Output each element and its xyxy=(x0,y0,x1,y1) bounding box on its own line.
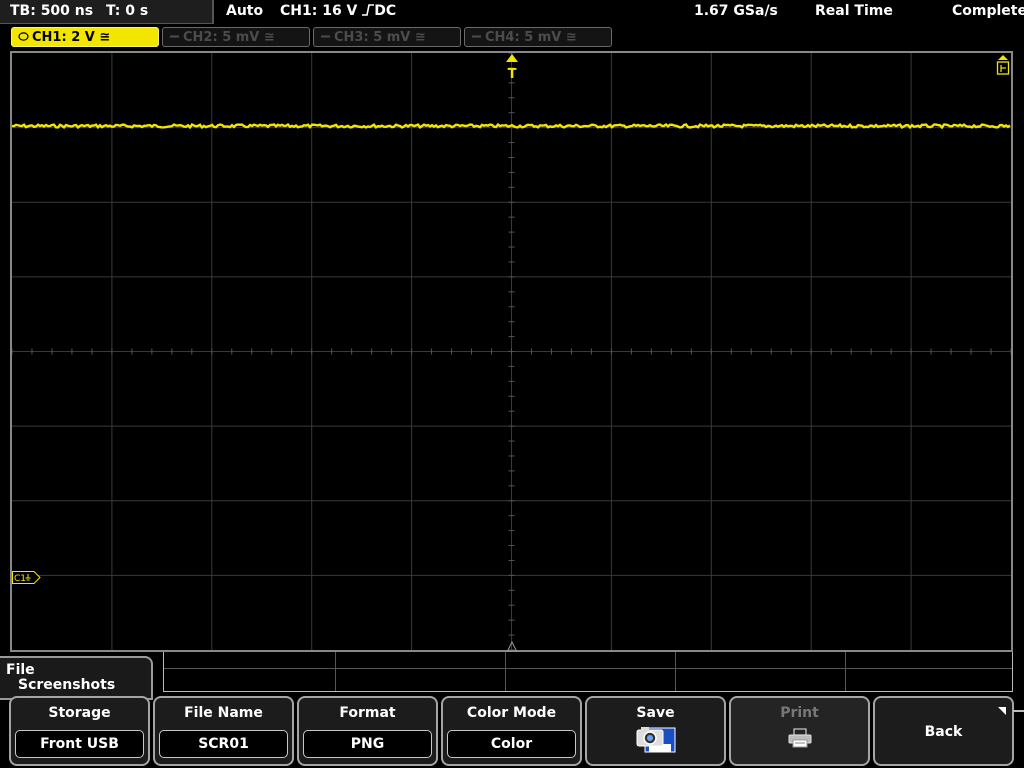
format-value: PNG xyxy=(303,730,432,758)
status-bar: TB: 500 ns T: 0 s Auto CH1: 16 V DC 1.67… xyxy=(0,0,1024,24)
ch1-marker-label: C1 xyxy=(14,574,26,584)
rising-edge-icon xyxy=(362,4,375,16)
menu-title-line1: File xyxy=(6,662,35,678)
trigger-settings[interactable]: CH1: 16 V DC xyxy=(280,0,396,24)
coupling-icon: ≅ xyxy=(414,30,426,45)
info-strip xyxy=(163,652,1013,692)
back-label: Back xyxy=(924,724,963,740)
file-name-label: File Name xyxy=(184,705,263,721)
timebase-box[interactable]: TB: 500 ns T: 0 s xyxy=(0,0,214,24)
storage-value: Front USB xyxy=(15,730,144,758)
trigger-position-marker[interactable]: T xyxy=(505,54,519,82)
channel-off-icon xyxy=(169,28,183,47)
tab-ch1-label: CH1: 2 V xyxy=(32,30,95,45)
storage-softkey[interactable]: Storage Front USB xyxy=(9,696,150,766)
menu-title: File Screenshots xyxy=(0,656,153,700)
graticule-grid xyxy=(12,53,1011,650)
trigger-coupling: DC xyxy=(374,3,397,19)
channel-tab-row: CH1: 2 V ≅ CH2: 5 mV ≅ CH3: 5 mV ≅ CH4: … xyxy=(0,26,1024,48)
storage-label: Storage xyxy=(48,705,111,721)
menu-title-line2: Screenshots xyxy=(18,677,116,693)
acquisition-status: Complete xyxy=(952,3,1024,19)
coupling-icon: ≅ xyxy=(263,30,275,45)
trigger-bottom-marker xyxy=(505,638,519,653)
trigger-mode[interactable]: Auto xyxy=(226,0,263,24)
tab-ch4-label: CH4: 5 mV xyxy=(485,30,562,45)
coupling-icon: ≅ xyxy=(565,30,577,45)
channel-off-icon xyxy=(471,28,485,47)
color-mode-softkey[interactable]: Color Mode Color xyxy=(441,696,582,766)
file-name-softkey[interactable]: File Name SCR01 xyxy=(153,696,294,766)
submenu-corner-icon xyxy=(998,707,1006,715)
channel-off-icon xyxy=(320,28,334,47)
color-mode-value: Color xyxy=(447,730,576,758)
printer-icon xyxy=(788,728,811,748)
trigger-source: CH1: 16 V xyxy=(280,3,358,19)
trigger-arrow-icon: T xyxy=(506,54,518,82)
print-label: Print xyxy=(780,705,819,721)
sample-rate[interactable]: 1.67 GSa/s xyxy=(694,0,778,24)
tab-ch2-label: CH2: 5 mV xyxy=(183,30,260,45)
timebase-value: TB: 500 ns xyxy=(10,3,94,19)
acquisition-mode[interactable]: Real Time xyxy=(815,0,893,24)
back-button[interactable]: Back xyxy=(873,696,1014,766)
save-button[interactable]: Save xyxy=(585,696,726,766)
trigger-marker-label: T xyxy=(508,67,517,80)
format-label: Format xyxy=(339,705,396,721)
color-mode-label: Color Mode xyxy=(466,705,557,721)
memory-icon xyxy=(996,55,1010,75)
tab-ch2[interactable]: CH2: 5 mV ≅ xyxy=(162,27,310,47)
coupling-icon: ≅ xyxy=(99,30,111,45)
waveform-display[interactable] xyxy=(10,51,1013,652)
camera-save-icon xyxy=(636,727,675,753)
tab-ch3[interactable]: CH3: 5 mV ≅ xyxy=(313,27,461,47)
trigger-time-value: T: 0 s xyxy=(105,3,149,19)
save-label: Save xyxy=(636,705,675,721)
print-button[interactable]: Print xyxy=(729,696,870,766)
ch1-ground-marker[interactable]: C1 xyxy=(12,569,42,584)
tab-ch1[interactable]: CH1: 2 V ≅ xyxy=(11,27,159,47)
channel-on-icon xyxy=(18,28,32,47)
tab-ch3-label: CH3: 5 mV xyxy=(334,30,411,45)
format-softkey[interactable]: Format PNG xyxy=(297,696,438,766)
file-name-value: SCR01 xyxy=(159,730,288,758)
tab-ch4[interactable]: CH4: 5 mV ≅ xyxy=(464,27,612,47)
